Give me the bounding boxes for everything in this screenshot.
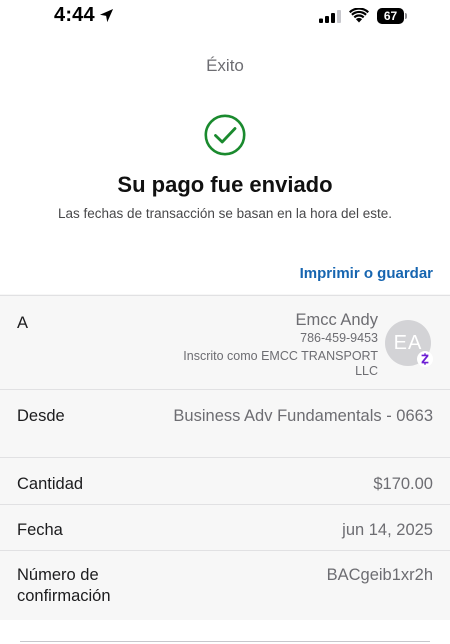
- detail-row-from: Desde Business Adv Fundamentals - 0663: [0, 389, 450, 458]
- detail-row-confirmation: Número de confirmación BACgeib1xr2h: [0, 550, 450, 621]
- status-time: 4:44: [54, 4, 95, 26]
- detail-row-date: Fecha jun 14, 2025: [0, 504, 450, 551]
- success-headline: Su pago fue enviado: [117, 172, 333, 197]
- battery-level: 67: [377, 8, 404, 24]
- location-arrow-icon: [99, 8, 114, 23]
- bottom-area: [0, 620, 450, 644]
- date-label: Fecha: [17, 521, 63, 539]
- from-label: Desde: [17, 407, 65, 425]
- recipient-phone: 786-459-9453: [300, 331, 378, 345]
- detail-row-amount: Cantidad $170.00: [0, 457, 450, 505]
- page-title: Éxito: [206, 56, 244, 75]
- confirmation-number-value: BACgeib1xr2h: [326, 566, 433, 584]
- status-bar: 4:44 67: [0, 0, 450, 34]
- zelle-icon: [417, 351, 433, 367]
- success-subtitle: Las fechas de transacción se basan en la…: [58, 206, 392, 221]
- from-account-value: Business Adv Fundamentals - 0663: [173, 407, 433, 425]
- wifi-icon: [349, 8, 369, 23]
- recipient-enrolled-as: Inscrito como EMCC TRANSPORT LLC: [183, 349, 378, 378]
- confirmation-label: Número de confirmación: [17, 566, 111, 605]
- amount-value: $170.00: [373, 475, 433, 493]
- recipient-label: A: [17, 314, 29, 332]
- check-circle-icon: [204, 114, 246, 156]
- amount-label: Cantidad: [17, 475, 84, 493]
- divider: [20, 641, 430, 642]
- cellular-signal-icon: [319, 10, 341, 23]
- success-section: Éxito Su pago fue enviado Las fechas de …: [0, 34, 450, 294]
- print-or-save-link[interactable]: Imprimir o guardar: [300, 265, 433, 282]
- recipient-name: Emcc Andy: [295, 311, 378, 329]
- battery-tip: [405, 13, 407, 19]
- date-value: jun 14, 2025: [342, 521, 433, 539]
- detail-row-recipient: A Emcc Andy 786-459-9453 Inscrito como E…: [0, 295, 450, 390]
- battery-icon: 67: [377, 8, 408, 24]
